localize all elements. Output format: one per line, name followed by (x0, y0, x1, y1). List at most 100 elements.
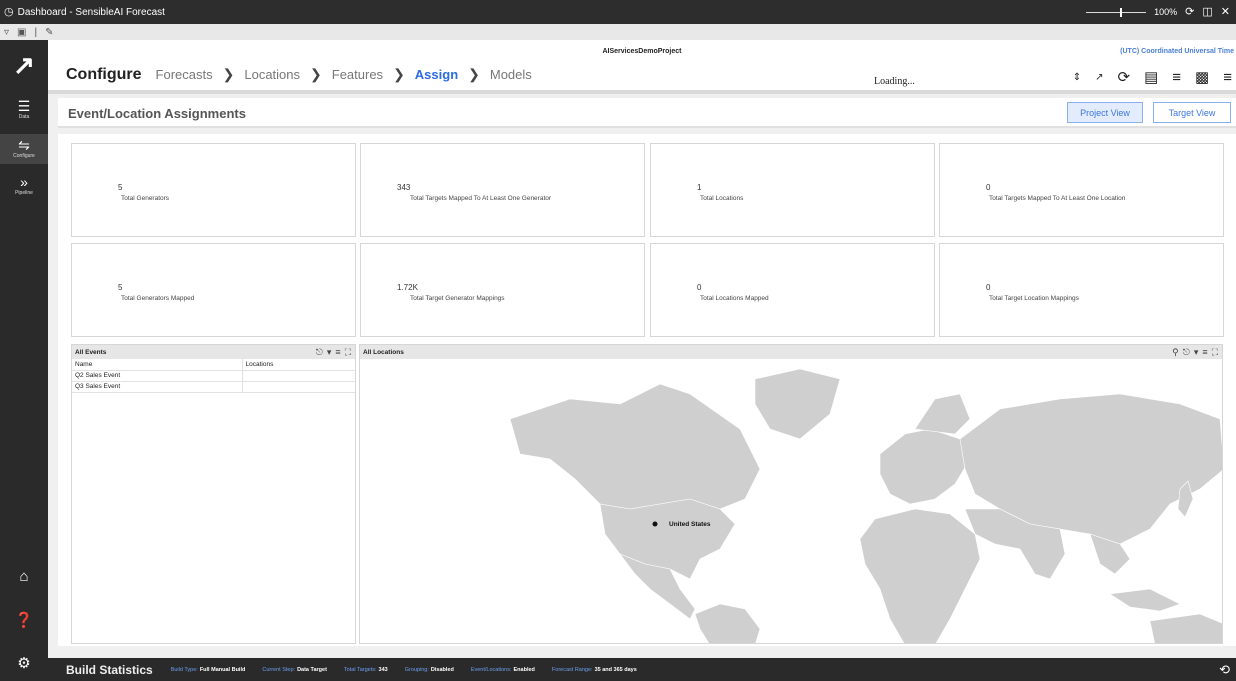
events-panel: All Events ⎋ ▾ ≡ ⛶ Name Locations Q2 Sal… (71, 344, 356, 644)
filter-icon[interactable]: ▿ (4, 27, 9, 38)
home-icon[interactable]: ⌂ (0, 568, 48, 585)
event-locations-cell[interactable] (242, 370, 355, 382)
event-locations-cell[interactable] (242, 381, 355, 393)
column-header[interactable]: Locations (242, 359, 355, 371)
stat-key: Grouping: (404, 666, 429, 673)
kpi-value: 343 (397, 183, 411, 192)
australia (1149, 613, 1222, 643)
target-view-button[interactable]: Target View (1153, 102, 1231, 123)
layout-icon[interactable]: ◫ (1202, 6, 1212, 18)
events-table: Name Locations Q2 Sales Event Q3 Sales E… (72, 359, 355, 393)
kpi-label: Total Target Generator Mappings (410, 295, 505, 302)
refresh-icon[interactable]: ⟳ (1118, 68, 1131, 86)
stat-value: Data Target (297, 666, 327, 673)
table-row[interactable]: Q3 Sales Event (72, 381, 355, 393)
list-settings-icon[interactable]: ≡ (1223, 69, 1232, 86)
chevron-right-icon: ❯ (310, 66, 322, 82)
build-statistics-title: Build Statistics (66, 662, 153, 677)
filter-rows-icon[interactable]: ≡ (1202, 347, 1207, 357)
help-icon[interactable]: ❓ (0, 611, 48, 629)
sidebar-item-configure[interactable]: ⇋ Configure (0, 134, 48, 164)
external-link-icon[interactable]: ↗ (1095, 72, 1103, 83)
dropdown-icon[interactable]: ▾ (1194, 347, 1199, 358)
stat-key: Forecast Range: (551, 666, 593, 673)
kpi-card: 5 Total Generators Mapped (71, 243, 356, 337)
database-icon: ☰ (17, 98, 31, 114)
kpi-card: 0 Total Target Location Mappings (939, 243, 1224, 337)
loading-indicator: Loading... (874, 76, 915, 87)
image-icon[interactable]: ▣ (17, 27, 26, 38)
zoom-slider[interactable] (1086, 7, 1147, 17)
export-icon[interactable]: ⎋ (1183, 347, 1190, 358)
sidebar-item-label: Configure (13, 153, 35, 159)
breadcrumb-models[interactable]: Models (490, 67, 532, 82)
kpi-label: Total Targets Mapped To At Least One Loc… (989, 195, 1126, 202)
table-header-row: Name Locations (72, 359, 355, 371)
kpi-label: Total Generators Mapped (121, 295, 195, 302)
document-icon[interactable]: ▤ (1144, 68, 1158, 86)
stat-key: Total Targets: (343, 666, 377, 673)
expand-icon[interactable]: ⛶ (1212, 347, 1218, 358)
stat-value: 343 (378, 666, 388, 673)
project-name: AIServicesDemoProject (602, 48, 682, 55)
world-map[interactable]: United States (360, 359, 1223, 644)
add-list-icon[interactable]: ≡ (1172, 69, 1181, 86)
filter-rows-icon[interactable]: ≡ (335, 347, 340, 357)
kpi-card: 1.72K Total Target Generator Mappings (360, 243, 645, 337)
event-name-cell[interactable]: Q3 Sales Event (72, 381, 243, 393)
breadcrumb-locations[interactable]: Locations (244, 67, 300, 82)
chevron-right-icon: ❯ (468, 66, 480, 82)
map-panel-header: All Locations ⚲ ⎋ ▾ ≡ ⛶ (360, 345, 1222, 359)
stat-value: Enabled (513, 666, 535, 673)
export-icon[interactable]: ⎋ (316, 347, 323, 358)
zoom-level: 100% (1154, 7, 1178, 17)
kpi-value: 1 (697, 183, 702, 192)
kpi-label: Total Locations (700, 195, 744, 202)
dropdown-icon[interactable]: ▾ (327, 347, 332, 358)
header-actions: ⇕ ↗ ⟳ ▤ ≡ ▩ ≡ (1073, 68, 1232, 87)
kpi-value: 5 (118, 283, 123, 292)
stepper-icon[interactable]: ⇕ (1073, 72, 1081, 83)
location-marker[interactable] (652, 521, 658, 527)
page-header: AIServicesDemoProject (UTC) Coordinated … (48, 40, 1236, 94)
kpi-card: 5 Total Generators (71, 143, 356, 237)
section-header: Event/Location Assignments Project View … (58, 98, 1236, 128)
table-row[interactable]: Q2 Sales Event (72, 370, 355, 382)
app-clock-icon: ◷ (4, 5, 14, 18)
project-view-button[interactable]: Project View (1067, 102, 1143, 123)
stat-value: Full Manual Build (199, 666, 246, 673)
stat-current-step: Current Step: Data Target (262, 667, 327, 673)
usa-shape (599, 498, 736, 580)
north-america-north (509, 383, 761, 510)
breadcrumb: Configure Forecasts ❯ Locations ❯ Featur… (66, 66, 532, 84)
scandinavia (914, 393, 971, 435)
secondary-toolbar: ▿ ▣ | ✎ (0, 24, 1236, 40)
kpi-value: 0 (986, 283, 991, 292)
separator: | (34, 26, 38, 38)
timezone-label[interactable]: (UTC) Coordinated Universal Time (1120, 48, 1234, 55)
expand-icon[interactable]: ⛶ (345, 347, 351, 358)
window-title-bar: ◷ Dashboard - SensibleAI Forecast 100% ⟳… (0, 0, 1236, 24)
reload-icon[interactable]: ⟲ (1219, 662, 1230, 678)
event-name-cell[interactable]: Q2 Sales Event (72, 370, 243, 382)
breadcrumb-features[interactable]: Features (332, 67, 383, 82)
edit-icon[interactable]: ✎ (45, 27, 53, 38)
breadcrumb-forecasts[interactable]: Forecasts (156, 67, 213, 82)
refresh-icon[interactable]: ⟳ (1185, 6, 1194, 18)
sidebar-item-pipeline[interactable]: » Pipeline (0, 174, 48, 196)
close-icon[interactable]: ✕ (1221, 6, 1230, 18)
map-panel-title: All Locations (363, 348, 404, 356)
breadcrumb-assign[interactable]: Assign (415, 67, 458, 82)
events-panel-title: All Events (75, 348, 107, 356)
account-settings-icon[interactable]: ⚙ (0, 654, 48, 672)
app-logo-icon[interactable]: ↗ (0, 50, 48, 81)
marker-label: United States (669, 521, 711, 528)
search-icon[interactable]: ⚲ (1172, 347, 1179, 358)
column-header[interactable]: Name (72, 359, 243, 371)
stat-value: Disabled (430, 666, 454, 673)
sidebar-item-data[interactable]: ☰ Data (0, 98, 48, 120)
left-sidebar: ↗ ☰ Data ⇋ Configure » Pipeline ⌂ ❓ ⚙ (0, 40, 48, 681)
sidebar-item-label: Pipeline (15, 190, 33, 196)
kpi-card: 0 Total Targets Mapped To At Least One L… (939, 143, 1224, 237)
chart-search-icon[interactable]: ▩ (1195, 68, 1209, 86)
